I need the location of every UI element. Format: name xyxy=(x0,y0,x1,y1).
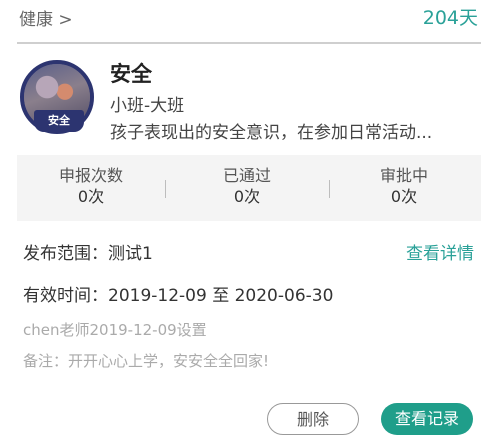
stat-label: 审批中 xyxy=(379,166,428,185)
badge-ribbon: 安全 xyxy=(34,110,84,132)
safety-badge-icon: 安全 xyxy=(20,60,98,138)
item-description: 孩子表现出的安全意识，在参加日常活动... xyxy=(110,123,433,143)
delete-button[interactable]: 删除 xyxy=(267,403,359,435)
item-title: 安全 xyxy=(110,62,152,86)
top-bar: 健康 > 204天 xyxy=(0,0,498,34)
validity-period: 有效时间：2019-12-09 至 2020-06-30 xyxy=(23,286,334,306)
stat-approved: 已通过 0次 xyxy=(177,166,317,207)
setter-info: chen老师2019-12-09设置 xyxy=(23,321,207,339)
note: 备注：开开心心上学，安安全全回家! xyxy=(23,352,270,370)
publish-scope: 发布范围：测试1 xyxy=(23,244,153,264)
divider xyxy=(17,42,481,44)
stat-value: 0次 xyxy=(77,187,105,206)
stat-label: 申报次数 xyxy=(58,166,123,185)
stat-value: 0次 xyxy=(390,187,418,206)
stat-pending: 审批中 0次 xyxy=(334,166,474,207)
stat-submitted: 申报次数 0次 xyxy=(21,166,161,207)
item-grade: 小班-大班 xyxy=(110,96,185,116)
breadcrumb[interactable]: 健康 > xyxy=(19,5,73,30)
stat-separator xyxy=(165,180,166,198)
view-records-button[interactable]: 查看记录 xyxy=(381,403,473,435)
days-count: 204天 xyxy=(422,7,478,29)
stats-panel: 申报次数 0次 已通过 0次 审批中 0次 xyxy=(17,155,481,221)
stat-label: 已通过 xyxy=(222,166,271,185)
stat-value: 0次 xyxy=(233,187,261,206)
view-details-link[interactable]: 查看详情 xyxy=(406,239,474,264)
stat-separator xyxy=(329,180,330,198)
